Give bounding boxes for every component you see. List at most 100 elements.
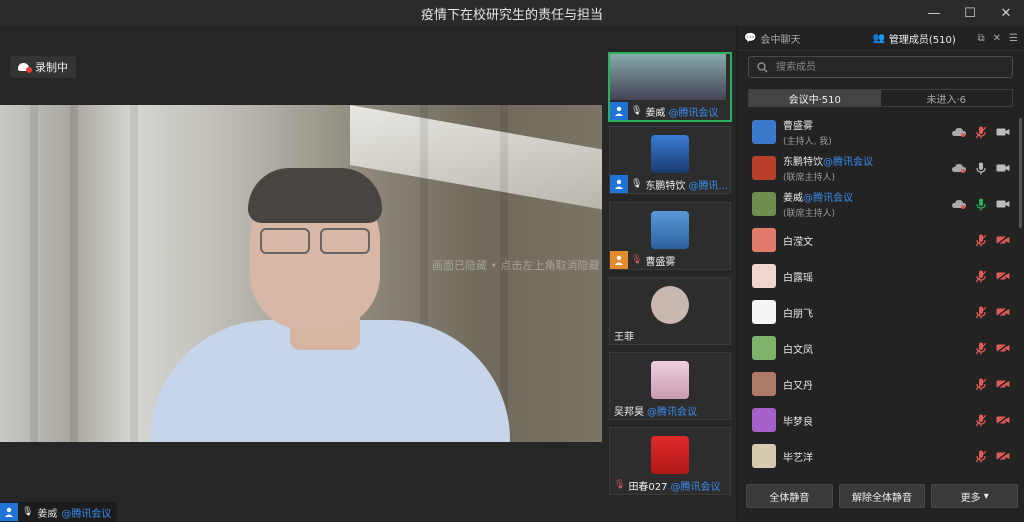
mic-icon: 🎙 bbox=[22, 507, 34, 517]
camera-off-icon[interactable] bbox=[996, 449, 1010, 463]
member-row[interactable]: 白又丹 bbox=[738, 366, 1024, 402]
main-video[interactable]: 画面已隐藏 • 点击左上角取消隐藏 bbox=[0, 105, 602, 442]
minimize-icon[interactable]: — bbox=[916, 0, 952, 26]
member-row[interactable]: 白露瑶 bbox=[738, 258, 1024, 294]
participant-tile[interactable]: 🎙 姜威 @腾讯会议 bbox=[608, 52, 732, 122]
panel-controls: ⧉ ✕ ☰ bbox=[978, 33, 1024, 44]
menu-icon[interactable]: ☰ bbox=[1009, 33, 1018, 44]
filter-in-meeting[interactable]: 会议中·510 bbox=[749, 90, 881, 106]
member-name: 毕艺洋 bbox=[783, 452, 813, 464]
member-role: (联席主持人) bbox=[783, 209, 836, 219]
search-input[interactable] bbox=[774, 60, 978, 74]
camera-off-icon[interactable] bbox=[996, 305, 1010, 319]
member-name-line: 白露瑶 bbox=[783, 269, 943, 284]
member-actions: 全体静音 解除全体静音 更多 ▾ bbox=[746, 484, 1019, 508]
camera-icon[interactable] bbox=[996, 161, 1010, 175]
scrollbar[interactable] bbox=[1019, 118, 1022, 228]
video-overlay-text: 画面已隐藏 • 点击左上角取消隐藏 bbox=[432, 259, 600, 272]
member-row[interactable]: 东鹏特饮@腾讯会议 (联席主持人) bbox=[738, 150, 1024, 186]
popout-icon[interactable]: ⧉ bbox=[978, 33, 985, 44]
member-panel: 💬 会中聊天 👥 管理成员(510) ⧉ ✕ ☰ 会议中·510 未进入·6 曹… bbox=[738, 26, 1024, 522]
member-controls bbox=[952, 125, 1010, 139]
curtain-fold bbox=[130, 105, 138, 442]
member-name-line: 白文凤 bbox=[783, 341, 943, 356]
main-speaker-label: 🎙 姜威 @腾讯会议 bbox=[0, 502, 118, 522]
participant-tile[interactable]: 王菲 bbox=[609, 277, 731, 345]
main-video-area: 录制中 画面已隐藏 • 点击左上角取消隐藏 🎙 姜威 @腾讯会议 bbox=[0, 26, 604, 522]
tile-label: 🎙 曹盛雾 bbox=[610, 251, 675, 269]
camera-off-icon[interactable] bbox=[996, 377, 1010, 391]
mic-muted-icon[interactable] bbox=[974, 377, 988, 391]
tile-label: 🎙 姜威 @腾讯会议 bbox=[610, 102, 718, 120]
member-list: 曹盛雾 (主持人, 我) 东鹏特饮@腾讯会议 (联席主持人) 姜威@腾讯会议 (联席主持人… bbox=[738, 118, 1024, 470]
camera-icon[interactable] bbox=[996, 125, 1010, 139]
participant-strip: 🎙 姜威 @腾讯会议 🎙 东鹏特饮 @腾讯... 🎙 曹盛雾 王菲 吴邦昊 @腾讯会议 bbox=[604, 26, 736, 522]
mic-icon[interactable] bbox=[974, 161, 988, 175]
avatar bbox=[752, 120, 776, 144]
mic-icon: 🎙 bbox=[631, 179, 643, 189]
member-name: 曹盛雾 bbox=[783, 121, 813, 132]
member-info: 白露瑶 bbox=[783, 269, 943, 284]
tile-name: 曹盛雾 bbox=[645, 256, 676, 268]
mic-icon[interactable] bbox=[974, 197, 988, 211]
member-name: 毕梦良 bbox=[783, 416, 813, 428]
member-row[interactable]: 毕梦良 bbox=[738, 402, 1024, 438]
member-row[interactable]: 白文凤 bbox=[738, 330, 1024, 366]
tile-name: 吴邦昊 bbox=[614, 406, 644, 418]
member-info: 白滢文 bbox=[783, 233, 943, 248]
user-badge-icon bbox=[610, 102, 628, 120]
mute-all-button[interactable]: 全体静音 bbox=[746, 484, 833, 508]
cloud-record-icon[interactable] bbox=[952, 125, 966, 139]
window-controls: — ☐ ✕ bbox=[916, 0, 1024, 26]
participant-tile[interactable]: 🎙 曹盛雾 bbox=[609, 202, 731, 270]
mic-muted-icon[interactable] bbox=[974, 341, 988, 355]
mic-muted-icon[interactable] bbox=[974, 305, 988, 319]
avatar bbox=[752, 408, 776, 432]
member-row[interactable]: 白滢文 bbox=[738, 222, 1024, 258]
cloud-record-icon[interactable] bbox=[952, 161, 966, 175]
participant-tile[interactable]: 🎙 东鹏特饮 @腾讯... bbox=[609, 126, 731, 194]
mic-muted-icon: 🎙 bbox=[614, 480, 626, 490]
member-info: 白朋飞 bbox=[783, 305, 943, 320]
member-name-line: 东鹏特饮@腾讯会议 bbox=[783, 153, 943, 168]
tab-chat[interactable]: 💬 会中聊天 bbox=[738, 31, 806, 46]
camera-off-icon[interactable] bbox=[996, 269, 1010, 283]
mic-muted-icon[interactable] bbox=[974, 233, 988, 247]
tile-suffix: @腾讯会议 bbox=[670, 481, 721, 493]
host-badge-icon bbox=[610, 251, 628, 269]
member-name-line: 白朋飞 bbox=[783, 305, 943, 320]
more-button[interactable]: 更多 ▾ bbox=[931, 484, 1019, 508]
maximize-icon[interactable]: ☐ bbox=[952, 0, 988, 26]
mic-muted-icon[interactable] bbox=[974, 413, 988, 427]
member-search[interactable] bbox=[748, 56, 1013, 78]
mic-muted-icon[interactable] bbox=[974, 449, 988, 463]
camera-icon[interactable] bbox=[996, 197, 1010, 211]
filter-not-joined[interactable]: 未进入·6 bbox=[881, 90, 1013, 106]
member-name: 白又丹 bbox=[783, 380, 813, 392]
camera-off-icon[interactable] bbox=[996, 233, 1010, 247]
member-info: 姜威@腾讯会议 (联席主持人) bbox=[783, 189, 943, 219]
member-row[interactable]: 曹盛雾 (主持人, 我) bbox=[738, 118, 1024, 150]
tab-members[interactable]: 👥 管理成员(510) bbox=[866, 31, 961, 46]
member-row[interactable]: 姜威@腾讯会议 (联席主持人) bbox=[738, 186, 1024, 222]
avatar bbox=[752, 228, 776, 252]
tile-label: 🎙 田春027 @腾讯会议 bbox=[610, 476, 721, 494]
participant-tile[interactable]: 🎙 田春027 @腾讯会议 bbox=[609, 427, 731, 495]
mic-muted-icon[interactable] bbox=[974, 269, 988, 283]
cloud-record-icon bbox=[18, 63, 32, 73]
avatar bbox=[651, 436, 689, 474]
member-name: 白朋飞 bbox=[783, 308, 813, 320]
unmute-all-button[interactable]: 解除全体静音 bbox=[838, 484, 926, 508]
tile-suffix: @腾讯会议 bbox=[647, 406, 697, 418]
cloud-record-icon[interactable] bbox=[952, 197, 966, 211]
recording-indicator[interactable]: 录制中 bbox=[10, 56, 76, 78]
close-panel-icon[interactable]: ✕ bbox=[993, 33, 1001, 44]
close-icon[interactable]: ✕ bbox=[988, 0, 1024, 26]
curtain-fold bbox=[70, 105, 78, 442]
member-row[interactable]: 白朋飞 bbox=[738, 294, 1024, 330]
member-row[interactable]: 毕艺洋 bbox=[738, 438, 1024, 470]
camera-off-icon[interactable] bbox=[996, 413, 1010, 427]
participant-tile[interactable]: 吴邦昊 @腾讯会议 bbox=[609, 352, 731, 420]
mic-muted-icon[interactable] bbox=[974, 125, 988, 139]
camera-off-icon[interactable] bbox=[996, 341, 1010, 355]
